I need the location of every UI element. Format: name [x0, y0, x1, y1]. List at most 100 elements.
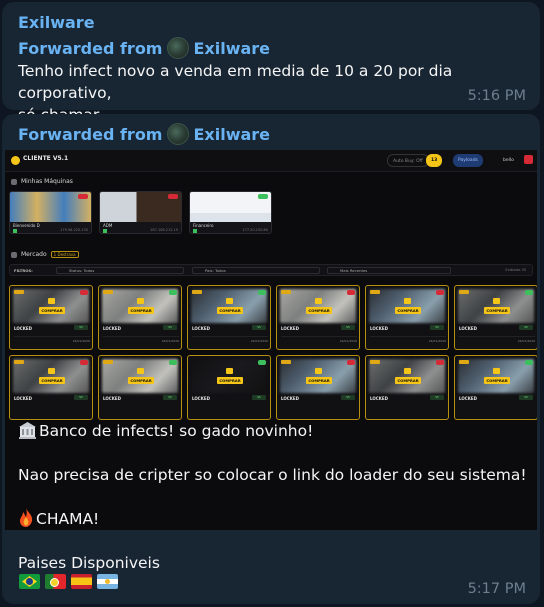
new-badge: [459, 360, 469, 364]
message-bubble-1[interactable]: Exilware Forwarded from Exilware Tenho i…: [2, 2, 540, 124]
lock-icon: [315, 368, 322, 374]
locked-label: LOCKED: [281, 396, 299, 401]
locked-label: LOCKED: [281, 326, 299, 331]
auto-buy-toggle: Auto Buy: Off: [387, 154, 429, 167]
channel-avatar-icon: [167, 37, 190, 59]
buy-button: COMPRAR: [128, 377, 154, 384]
spain-flag-icon: [71, 574, 92, 589]
argentina-flag-icon: [97, 574, 118, 589]
card-status-badge: [347, 360, 355, 365]
message-time: 5:16 PM: [467, 88, 526, 104]
card-preview: [191, 289, 267, 323]
forwarded-source[interactable]: Exilware: [193, 125, 270, 144]
card-preview: [369, 289, 445, 323]
buy-button: COMPRAR: [484, 377, 510, 384]
message-text-line: Tenho infect novo a venda em media de 10…: [18, 62, 453, 102]
card-meta: 24/01/2026: [459, 336, 535, 346]
price-tag: $5: [519, 325, 533, 330]
card-preview: [102, 289, 178, 323]
card-date: 24/01/2026: [161, 339, 179, 343]
card-date: 24/01/2026: [72, 339, 90, 343]
online-icon: [13, 229, 17, 233]
buy-button: COMPRAR: [395, 307, 421, 314]
machines-icon: [11, 178, 17, 185]
card-date: 24/01/2026: [517, 339, 535, 343]
infect-card: COMPRAR LOCKED $5 24/01/2026: [365, 285, 449, 350]
locked-label: LOCKED: [103, 326, 121, 331]
machine-name: Financeiro: [193, 223, 214, 228]
lock-icon: [315, 298, 322, 304]
locked-label: LOCKED: [192, 326, 210, 331]
sender-name[interactable]: Exilware: [18, 13, 95, 32]
new-badge: [14, 360, 24, 364]
card-status-badge: [169, 360, 177, 365]
message-line: CHAMA!: [18, 508, 527, 530]
portugal-flag-icon: [45, 574, 66, 589]
card-preview: [191, 359, 267, 393]
infect-card: COMPRAR LOCKED $5: [276, 355, 360, 420]
card-status-badge: [80, 290, 88, 295]
card-preview: [13, 359, 89, 393]
fire-icon: [20, 508, 33, 527]
buy-button: COMPRAR: [217, 307, 243, 314]
card-meta: 24/01/2026: [14, 336, 90, 346]
message-text: Banco de infects! so gado novinho! Nao p…: [18, 420, 527, 574]
country-filter: País: Todos: [192, 267, 320, 274]
infect-card: COMPRAR LOCKED $5: [9, 355, 93, 420]
lock-icon: [48, 368, 55, 374]
card-meta: 24/01/2026: [281, 336, 357, 346]
online-icon: [193, 229, 197, 233]
buy-button: COMPRAR: [395, 377, 421, 384]
message-time: 5:17 PM: [467, 581, 526, 597]
machine-card: Financeiro 177.20.150.80: [189, 191, 272, 234]
price-tag: $5: [430, 325, 444, 330]
machine-card: Bienvenido D 179.58.220.130: [9, 191, 92, 234]
market-icon: [11, 251, 17, 258]
forwarded-header[interactable]: Forwarded from Exilware: [18, 37, 270, 59]
machine-name: ADM: [103, 223, 113, 228]
new-badge: [103, 360, 113, 364]
card-meta: 24/01/2026: [192, 336, 268, 346]
dashboard-title: CLIENTE V5.1: [23, 155, 69, 162]
card-meta: 24/01/2026: [103, 336, 179, 346]
card-preview: [458, 359, 534, 393]
new-badge: [459, 290, 469, 294]
buy-button: COMPRAR: [306, 377, 332, 384]
card-date: 24/01/2026: [428, 339, 446, 343]
infect-card: COMPRAR LOCKED $5 24/01/2026: [276, 285, 360, 350]
logout-icon: [524, 155, 533, 164]
lock-icon: [404, 368, 411, 374]
status-filter: Status: Todos: [56, 267, 184, 274]
results-count: Exibindo 35: [505, 268, 526, 272]
my-machines-title: Minhas Máquinas: [21, 178, 73, 185]
message-text-line: CHAMA!: [36, 510, 100, 528]
price-tag: $5: [519, 395, 533, 400]
channel-avatar-icon: [167, 123, 190, 145]
online-icon: [103, 229, 107, 233]
market-title: Mercado: [21, 251, 47, 258]
forwarded-header[interactable]: Forwarded from Exilware: [18, 123, 270, 145]
card-date: 24/01/2026: [250, 339, 268, 343]
sort-filter: Mais Recentes: [327, 267, 451, 274]
buy-button: COMPRAR: [484, 307, 510, 314]
market-heading: Mercado 1 Destrava: [11, 251, 79, 258]
market-badge: 1 Destrava: [50, 251, 79, 258]
my-machines-heading: Minhas Máquinas: [11, 178, 73, 185]
locked-label: LOCKED: [103, 396, 121, 401]
card-date: 24/01/2026: [339, 339, 357, 343]
message-bubble-2[interactable]: Forwarded from Exilware CLIENTE V5.1 Aut…: [2, 114, 540, 604]
machine-name: Bienvenido D: [13, 223, 40, 228]
lock-icon: [48, 298, 55, 304]
infect-card: COMPRAR LOCKED $5 24/01/2026: [98, 285, 182, 350]
new-badge: [103, 290, 113, 294]
balance-badge: 13: [426, 154, 443, 167]
card-status-badge: [347, 290, 355, 295]
price-tag: $5: [163, 325, 177, 330]
message-text-line: Banco de infects! so gado novinho!: [39, 422, 314, 440]
locked-label: LOCKED: [459, 326, 477, 331]
lock-icon: [404, 298, 411, 304]
forwarded-source[interactable]: Exilware: [193, 39, 270, 58]
locked-label: LOCKED: [370, 326, 388, 331]
card-status-badge: [436, 360, 444, 365]
lock-icon: [226, 368, 233, 374]
